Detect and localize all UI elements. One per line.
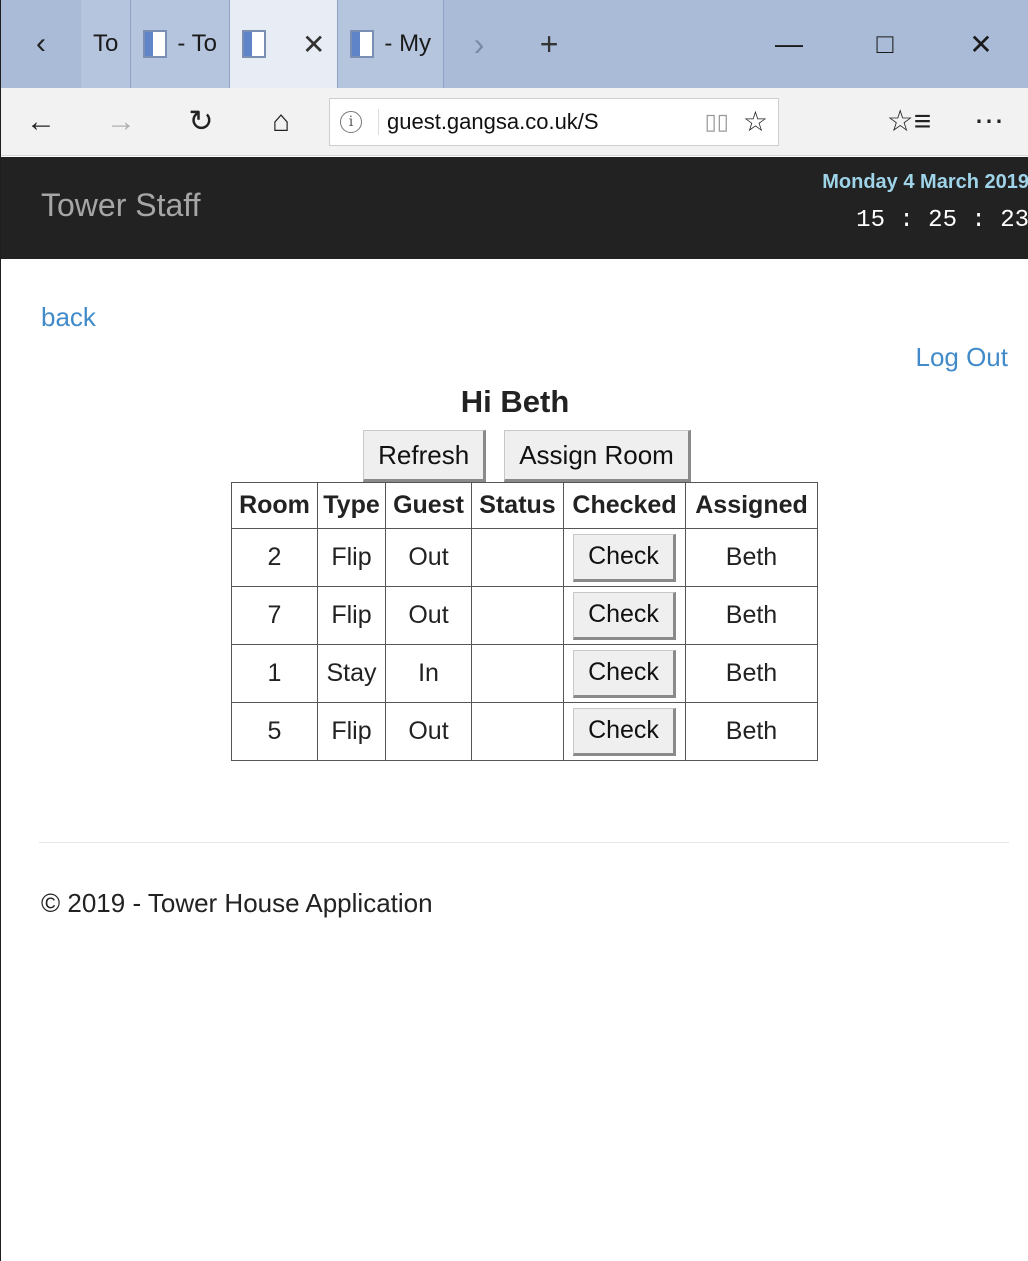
cell-guest: Out [385,702,472,761]
header-room: Room [231,482,318,529]
tab-4-label: - My [384,30,432,57]
brand-link[interactable]: Tower Staff [41,187,200,224]
more-options-icon[interactable]: ⋯ [949,88,1028,156]
logout-link[interactable]: Log Out [915,342,1008,373]
address-url[interactable]: guest.gangsa.co.uk/S [378,108,691,135]
cell-room: 2 [231,528,318,587]
tab-4[interactable]: - My [338,0,445,88]
tab-strip: ‹ To - To ✕ - My › + — □ ✕ [1,0,1028,88]
table-row: 2 Flip Out Check Beth [231,528,818,587]
assign-room-button[interactable]: Assign Room [504,430,691,482]
page-icon [241,30,266,58]
check-button[interactable]: Check [573,707,676,756]
page-icon [143,30,168,58]
tab-2-label: - To [177,30,217,57]
greeting-heading: Hi Beth [460,384,570,419]
cell-type: Flip [317,528,386,587]
footer-divider [39,842,1009,843]
cell-status [471,528,564,587]
refresh-icon[interactable]: ↻ [161,88,241,156]
tab-1[interactable]: To [81,0,132,88]
back-arrow-icon[interactable]: ← [1,88,81,156]
cell-checked: Check [563,528,686,587]
header-checked: Checked [563,482,686,529]
tab-1-label: To [93,30,119,57]
current-date: Monday 4 March 2019 [822,171,1028,193]
minimize-icon[interactable]: — [741,0,837,88]
tab-3-active[interactable]: ✕ [229,0,339,88]
browser-toolbar: ← → ↻ ⌂ i guest.gangsa.co.uk/S ▯▯ ☆ ☆≡ ⋯ [1,88,1028,156]
cell-status [471,702,564,761]
close-window-icon[interactable]: ✕ [933,0,1028,88]
check-button[interactable]: Check [573,533,676,582]
favorite-star-icon[interactable]: ☆ [743,105,768,138]
cell-guest: Out [385,586,472,645]
cell-assigned: Beth [685,644,818,703]
cell-status [471,644,564,703]
tabs-scroll-left-icon[interactable]: ‹ [1,0,81,88]
tabs-scroll-right-icon[interactable]: › [444,0,514,88]
forward-arrow-icon[interactable]: → [81,88,161,156]
current-time: 15 : 25 : 23 [856,207,1028,234]
info-icon[interactable]: i [340,110,362,133]
home-icon[interactable]: ⌂ [241,88,321,156]
app-navbar: Tower Staff Monday 4 March 2019 15 : 25 … [1,157,1028,259]
back-link[interactable]: back [41,302,96,333]
check-button[interactable]: Check [573,649,676,698]
cell-checked: Check [563,702,686,761]
rooms-table: Room Type Guest Status Checked Assigned … [231,482,818,761]
maximize-icon[interactable]: □ [837,0,933,88]
footer-copyright: © 2019 - Tower House Application [41,888,433,918]
table-row: 7 Flip Out Check Beth [231,586,818,645]
table-header-row: Room Type Guest Status Checked Assigned [231,482,818,529]
tab-2[interactable]: - To [131,0,230,88]
cell-room: 1 [231,644,318,703]
table-row: 1 Stay In Check Beth [231,644,818,703]
header-type: Type [317,482,386,529]
page-icon [350,30,375,58]
header-status: Status [471,482,564,529]
cell-type: Stay [317,644,386,703]
address-bar[interactable]: i guest.gangsa.co.uk/S ▯▯ ☆ [329,97,779,146]
table-row: 5 Flip Out Check Beth [231,702,818,761]
cell-assigned: Beth [685,702,818,761]
new-tab-icon[interactable]: + [514,0,584,88]
cell-assigned: Beth [685,528,818,587]
close-tab-icon[interactable]: ✕ [302,28,325,61]
header-assigned: Assigned [685,482,818,529]
cell-checked: Check [563,586,686,645]
browser-window: ‹ To - To ✕ - My › + — □ ✕ ← → ↻ ⌂ i gue… [0,0,1028,1261]
refresh-button[interactable]: Refresh [363,430,487,482]
cell-type: Flip [317,586,386,645]
cell-room: 5 [231,702,318,761]
cell-type: Flip [317,702,386,761]
cell-room: 7 [231,586,318,645]
favorites-list-icon[interactable]: ☆≡ [869,88,949,156]
reading-view-icon[interactable]: ▯▯ [705,109,729,135]
cell-status [471,586,564,645]
cell-assigned: Beth [685,586,818,645]
cell-checked: Check [563,644,686,703]
check-button[interactable]: Check [573,591,676,640]
header-guest: Guest [385,482,472,529]
cell-guest: In [385,644,472,703]
cell-guest: Out [385,528,472,587]
action-buttons: Refresh Assign Room [1,430,1028,482]
